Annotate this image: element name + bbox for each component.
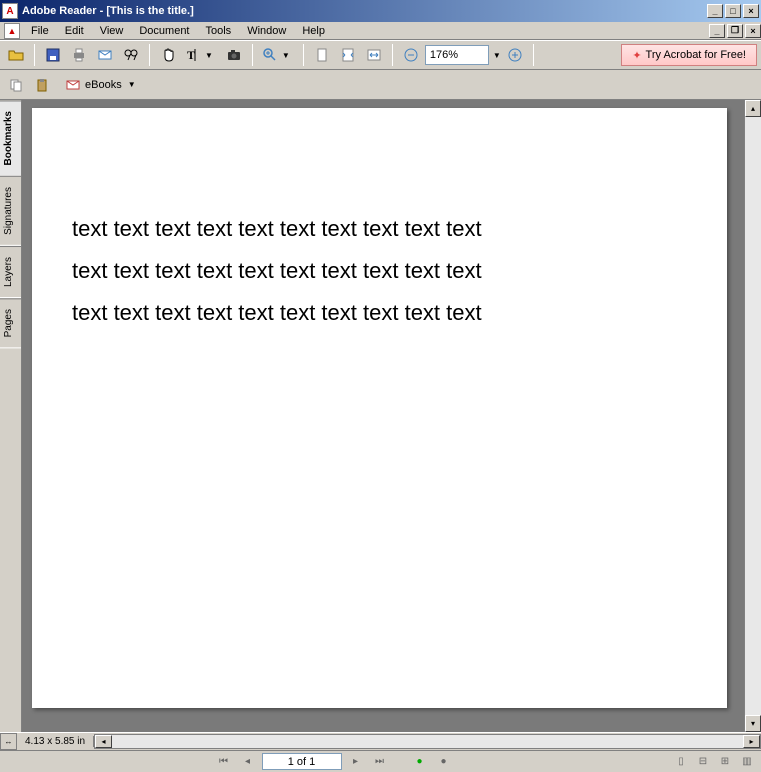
continuous-facing-view-button[interactable]: ▥ [737, 753, 757, 771]
page-number-input[interactable] [262, 753, 342, 770]
document-container: text text text text text text text text … [22, 100, 761, 732]
menu-view[interactable]: View [93, 24, 131, 38]
zoom-in-circle-button[interactable] [503, 43, 527, 67]
tab-layers[interactable]: Layers [0, 246, 21, 298]
vertical-scrollbar[interactable]: ▴ ▾ [744, 100, 761, 732]
secondary-toolbar: eBooks ▼ [0, 70, 761, 100]
next-view-button[interactable]: ● [434, 753, 454, 771]
doc-title: [This is the title.] [106, 5, 193, 17]
zoom-dropdown-button[interactable]: ▼ [493, 51, 501, 60]
try-acrobat-label: Try Acrobat for Free! [646, 49, 746, 61]
star-icon: ✦ [632, 49, 641, 62]
mdi-restore-button[interactable]: ❐ [727, 24, 743, 38]
document-icon: ▲ [4, 23, 20, 39]
ebooks-label: eBooks [85, 79, 122, 91]
search-button[interactable] [119, 43, 143, 67]
scroll-track[interactable] [112, 735, 743, 748]
copy-button[interactable] [4, 73, 28, 97]
app-icon: A [2, 3, 18, 19]
hand-tool-button[interactable] [156, 43, 180, 67]
first-page-button[interactable]: ⏮ [214, 753, 234, 771]
save-button[interactable] [41, 43, 65, 67]
zoom-out-button[interactable] [399, 43, 423, 67]
scroll-right-button[interactable]: ▸ [743, 735, 760, 748]
side-tabs: Bookmarks Signatures Layers Pages [0, 100, 22, 732]
close-button[interactable]: × [743, 4, 759, 18]
document-line: text text text text text text text text … [72, 292, 687, 334]
zoom-input[interactable] [425, 45, 489, 65]
fit-page-button[interactable] [336, 43, 360, 67]
tab-pages[interactable]: Pages [0, 298, 21, 348]
document-page: text text text text text text text text … [32, 108, 727, 708]
snapshot-button[interactable] [222, 43, 246, 67]
select-text-button[interactable]: T▼ [182, 43, 220, 67]
paste-button[interactable] [30, 73, 54, 97]
facing-view-button[interactable]: ⊞ [715, 753, 735, 771]
try-acrobat-button[interactable]: ✦ Try Acrobat for Free! [621, 44, 757, 66]
app-name: Adobe Reader [22, 5, 97, 17]
actual-size-button[interactable] [310, 43, 334, 67]
tab-bookmarks[interactable]: Bookmarks [0, 100, 21, 176]
main-area: Bookmarks Signatures Layers Pages text t… [0, 100, 761, 732]
fit-width-button[interactable] [362, 43, 386, 67]
maximize-button[interactable]: □ [725, 4, 741, 18]
menu-help[interactable]: Help [295, 24, 332, 38]
minimize-button[interactable]: _ [707, 4, 723, 18]
prev-page-button[interactable]: ◂ [238, 753, 258, 771]
window-title: Adobe Reader - [This is the title.] [22, 5, 705, 17]
main-toolbar: T▼ ▼ ▼ ✦ Try Acrobat for Free! [0, 40, 761, 70]
continuous-view-button[interactable]: ⊟ [693, 753, 713, 771]
next-page-button[interactable]: ▸ [346, 753, 366, 771]
open-button[interactable] [4, 43, 28, 67]
single-page-view-button[interactable]: ▯ [671, 753, 691, 771]
email-button[interactable] [93, 43, 117, 67]
document-line: text text text text text text text text … [72, 250, 687, 292]
menubar: File Edit View Document Tools Window Hel… [24, 24, 332, 38]
menu-window[interactable]: Window [240, 24, 293, 38]
menubar-row: ▲ File Edit View Document Tools Window H… [0, 22, 761, 40]
scroll-up-button[interactable]: ▴ [745, 100, 761, 117]
horizontal-scrollbar[interactable]: ◂ ▸ [94, 734, 761, 749]
scroll-down-button[interactable]: ▾ [745, 715, 761, 732]
page-nav-bar: ⏮ ◂ ▸ ⏭ ● ● ▯ ⊟ ⊞ ▥ [0, 750, 761, 772]
menu-tools[interactable]: Tools [199, 24, 239, 38]
mdi-minimize-button[interactable]: _ [709, 24, 725, 38]
menu-edit[interactable]: Edit [58, 24, 91, 38]
page-dimensions: 4.13 x 5.85 in [17, 736, 94, 747]
status-bar: ↔ 4.13 x 5.85 in ◂ ▸ [0, 732, 761, 750]
svg-text:T: T [187, 48, 195, 62]
chevron-down-icon: ▼ [205, 51, 213, 60]
chevron-down-icon: ▼ [282, 51, 290, 60]
pane-resize-icon[interactable]: ↔ [0, 733, 17, 750]
last-page-button[interactable]: ⏭ [370, 753, 390, 771]
document-line: text text text text text text text text … [72, 208, 687, 250]
menu-document[interactable]: Document [132, 24, 196, 38]
print-button[interactable] [67, 43, 91, 67]
scroll-left-button[interactable]: ◂ [95, 735, 112, 748]
prev-view-button[interactable]: ● [410, 753, 430, 771]
titlebar: A Adobe Reader - [This is the title.] _ … [0, 0, 761, 22]
tab-signatures[interactable]: Signatures [0, 176, 21, 246]
scroll-track[interactable] [745, 117, 761, 715]
chevron-down-icon: ▼ [128, 80, 136, 89]
menu-file[interactable]: File [24, 24, 56, 38]
zoom-in-button[interactable]: ▼ [259, 43, 297, 67]
mdi-close-button[interactable]: × [745, 24, 761, 38]
ebooks-button[interactable]: eBooks ▼ [58, 74, 143, 96]
